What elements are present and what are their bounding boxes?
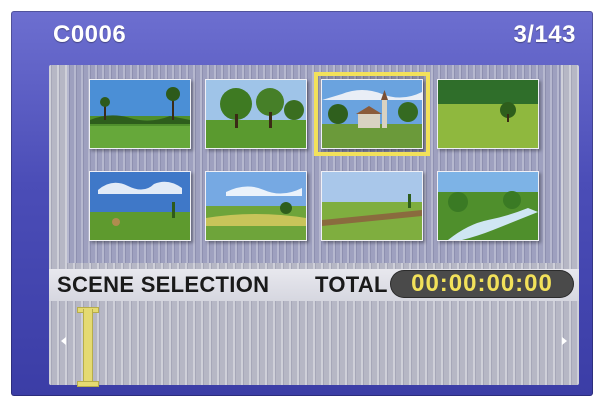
lone-tree-meadow-image [438, 80, 538, 148]
clip-counter: 3/143 [513, 21, 576, 48]
park-trees-image [206, 80, 306, 148]
cloudy-field-hay-image [90, 172, 190, 240]
triangle-right-icon[interactable] [562, 337, 567, 345]
total-timecode: 00:00:00:00 [390, 270, 574, 298]
status-bar: SCENE SELECTION TOTAL 00:00:00:00 [49, 269, 579, 301]
timeline-cursor-icon[interactable] [83, 309, 93, 383]
total-label: TOTAL [315, 272, 388, 297]
thumbnail-village-church[interactable] [314, 72, 430, 156]
thumbnail-farm-hills[interactable] [205, 171, 307, 241]
thumbnail-mountain-stream[interactable] [437, 171, 539, 241]
triangle-left-icon[interactable] [61, 337, 66, 345]
scene-selection-screen: C0006 3/143 SCENE SELECTION TOTAL 00:00:… [11, 11, 593, 396]
thumbnail-park-trees[interactable] [205, 79, 307, 149]
timeline[interactable] [49, 301, 579, 387]
thumbnail-plowed-field[interactable] [321, 171, 423, 241]
plowed-field-image [322, 172, 422, 240]
timeline-cursor-icon[interactable] [77, 381, 99, 387]
palm-beach-image [90, 80, 190, 148]
village-church-image [322, 80, 422, 148]
farm-hills-image [206, 172, 306, 240]
scene-selection-label: SCENE SELECTION [57, 272, 270, 297]
thumbnail-palm-beach[interactable] [89, 79, 191, 149]
scene-panel: SCENE SELECTION TOTAL 00:00:00:00 [49, 65, 579, 387]
thumbnail-cloudy-field-hay[interactable] [89, 171, 191, 241]
clip-name: C0006 [53, 21, 127, 48]
thumbnail-grid [67, 65, 561, 263]
mountain-stream-image [438, 172, 538, 240]
thumbnail-lone-tree-meadow[interactable] [437, 79, 539, 149]
